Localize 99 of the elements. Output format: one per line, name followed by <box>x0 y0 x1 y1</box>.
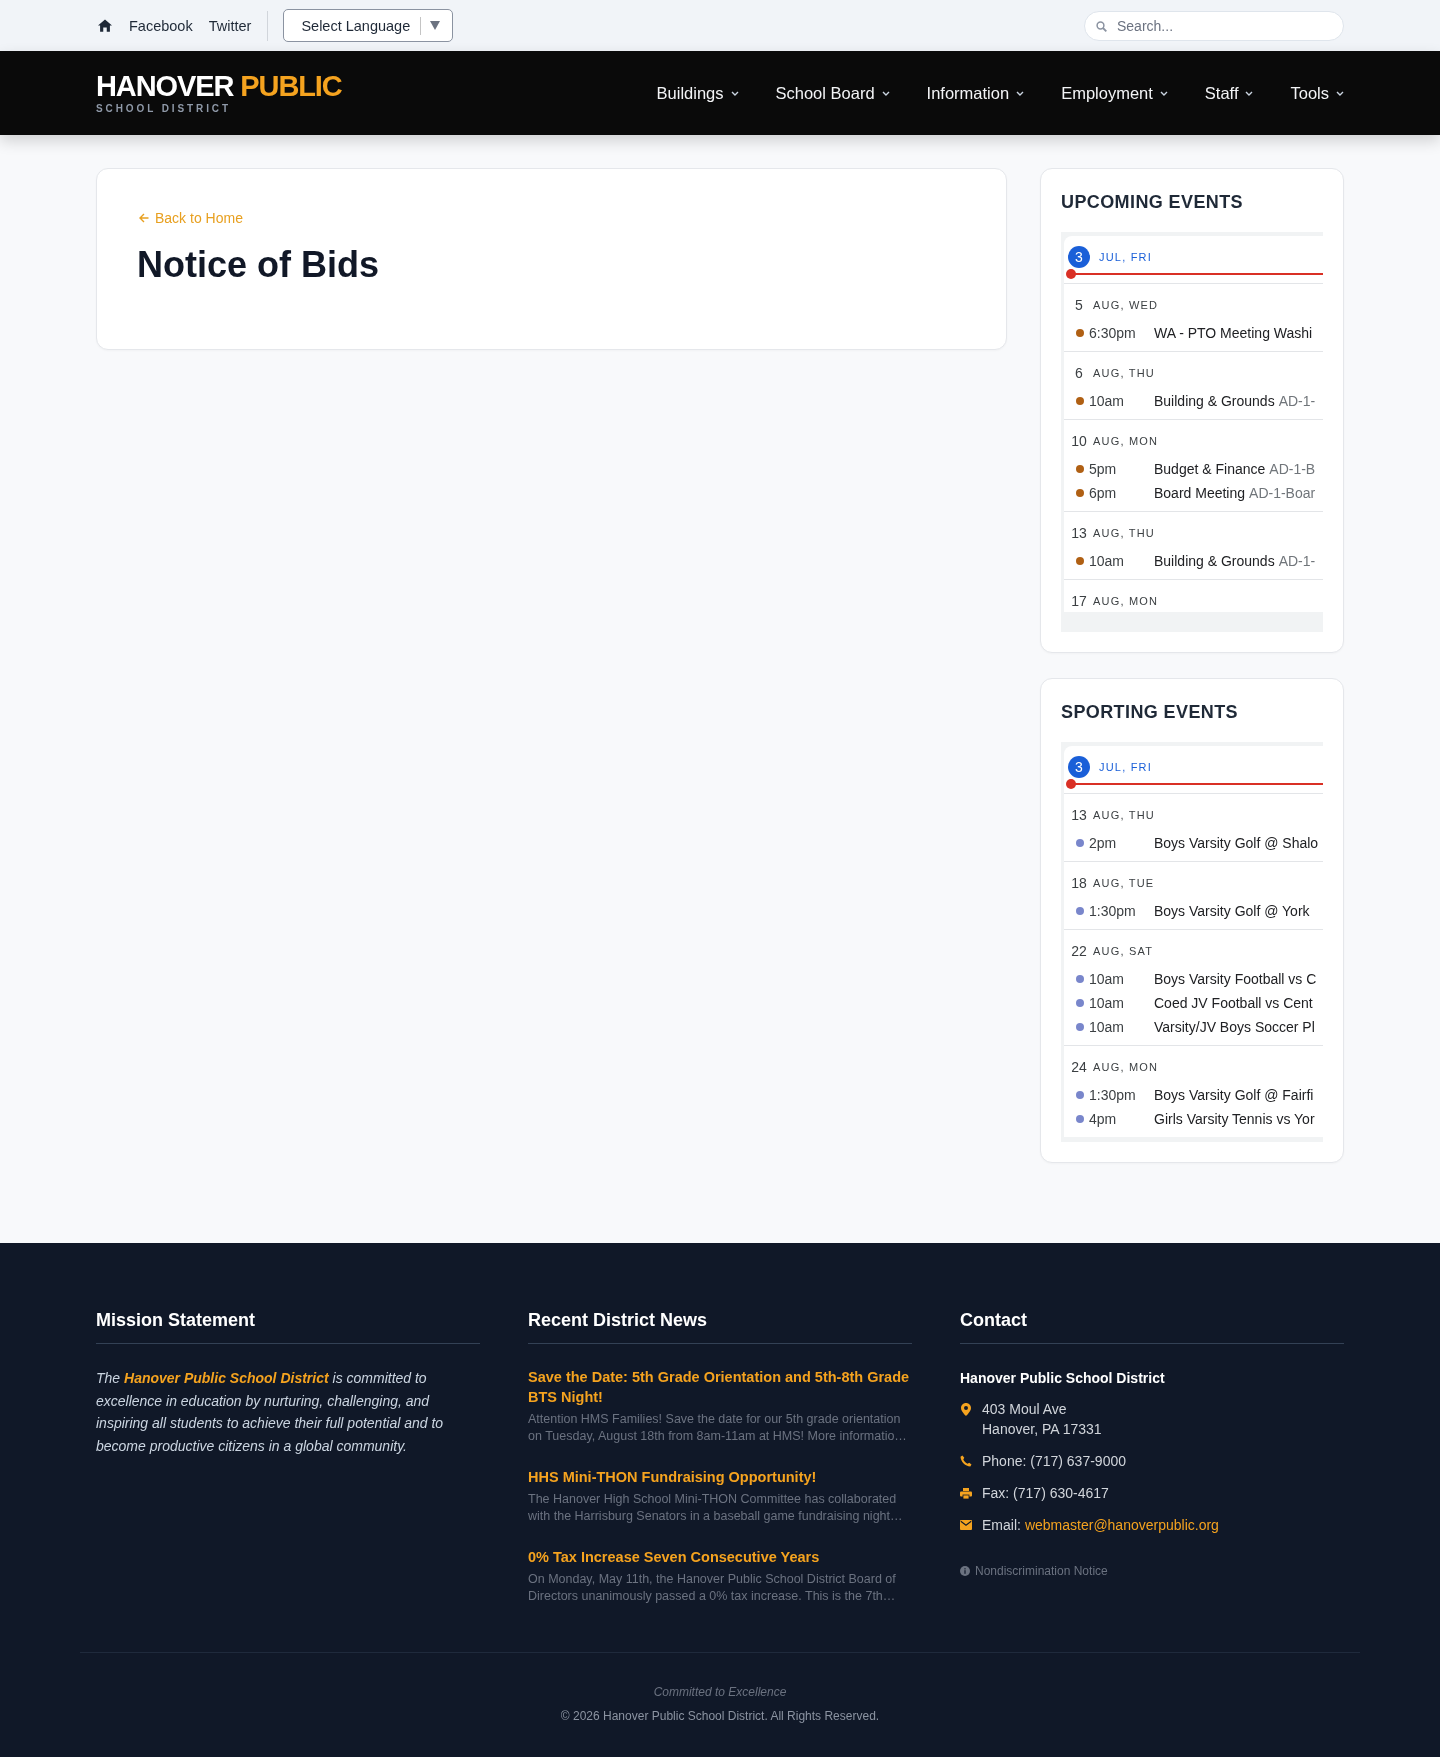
day-label: AUG, MON <box>1093 435 1159 447</box>
logo-subtitle: SCHOOL DISTRICT <box>96 103 231 115</box>
news-title-link[interactable]: Save the Date: 5th Grade Orientation and 5th-8th Grade BTS Night! <box>528 1367 912 1407</box>
event-time: 10am <box>1089 553 1126 569</box>
day-number: 13 <box>1070 524 1088 543</box>
section-heading: Recent District News <box>528 1309 708 1332</box>
day-label: AUG, SAT <box>1093 945 1154 957</box>
day-label: AUG, THU <box>1093 527 1155 539</box>
event-time: 1:30pm <box>1089 903 1137 919</box>
day-label: AUG, THU <box>1093 809 1155 821</box>
day-number: 13 <box>1070 806 1088 825</box>
caret-icon <box>430 21 441 30</box>
event-title[interactable]: Varsity/JV Boys Soccer Pl <box>1154 1019 1315 1035</box>
search-field[interactable]: Search... <box>1084 10 1344 41</box>
logo-wordmark[interactable]: HANOVER PUBLIC <box>96 71 342 101</box>
event-time: 6:30pm <box>1089 325 1137 341</box>
phone-text: Phone: (717) 637-9000 <box>982 1452 1126 1471</box>
event-time: 10am <box>1089 393 1126 409</box>
day-label: AUG, MON <box>1093 1061 1159 1073</box>
event-time: 6pm <box>1089 485 1118 501</box>
day-label: JUL, FRI <box>1099 251 1152 263</box>
event-time: 1:30pm <box>1089 1087 1137 1103</box>
nav-link[interactable]: School Board <box>775 83 890 103</box>
event-title[interactable]: Budget & Finance <box>1154 461 1266 477</box>
news-excerpt: The Hanover High School Mini-THON Committee has collaborated with the Harrisburg Senators in a baseball game fundraising night… <box>528 1491 904 1524</box>
event-location: AD-1-Boar <box>1249 485 1316 501</box>
day-label: AUG, THU <box>1093 367 1155 379</box>
event-title[interactable]: Building & Grounds <box>1154 553 1275 569</box>
event-time: 4pm <box>1089 1111 1118 1127</box>
event-title[interactable]: WA - PTO Meeting Washi <box>1154 325 1313 341</box>
tagline: Committed to Excellence <box>653 1684 787 1701</box>
event-title[interactable]: Coed JV Football vs Cent <box>1154 995 1313 1011</box>
news-title-link[interactable]: 0% Tax Increase Seven Consecutive Years <box>528 1547 912 1567</box>
event-time: 10am <box>1089 995 1126 1011</box>
chevron-down-icon <box>730 90 739 96</box>
day-label: JUL, FRI <box>1099 761 1152 773</box>
email-label: Email: <box>982 1516 1021 1535</box>
nav-link[interactable]: Tools <box>1290 83 1344 103</box>
day-number: 10 <box>1070 432 1088 451</box>
info-icon <box>960 1566 970 1576</box>
chevron-down-icon <box>1336 90 1344 96</box>
day-number: 18 <box>1070 874 1088 893</box>
chevron-down-icon <box>1159 90 1168 96</box>
home-icon[interactable] <box>98 19 112 32</box>
event-title[interactable]: Boys Varsity Football vs C <box>1154 971 1317 987</box>
event-title[interactable]: Boys Varsity Golf @ Fairfi <box>1154 1087 1314 1103</box>
day-number: 22 <box>1070 942 1088 961</box>
event-time: 5pm <box>1089 461 1118 477</box>
language-select[interactable]: Select Language <box>283 9 454 42</box>
nav-link[interactable]: Employment <box>1061 83 1168 103</box>
day-number: 17 <box>1070 592 1088 611</box>
event-title[interactable]: Board Meeting <box>1154 485 1246 501</box>
event-title[interactable]: Building & Grounds <box>1154 393 1275 409</box>
chevron-down-icon <box>881 90 890 96</box>
section-heading: Contact <box>960 1309 1027 1332</box>
day-number: 6 <box>1074 364 1084 383</box>
phone-icon <box>960 1455 972 1467</box>
map-pin-icon <box>961 1403 971 1416</box>
copyright-text: © 2026 Hanover Public School District. All Rights Reserved. <box>560 1708 880 1725</box>
mission-text: The Hanover Public School District is committed to excellence in education by nurturing, challenging, and inspiring all students to achieve their full potential and to become productive citizens in a global community. <box>96 1369 445 1457</box>
nav-link[interactable]: Staff <box>1204 83 1254 103</box>
event-location: AD-1- <box>1278 393 1316 409</box>
nav-link[interactable]: Buildings <box>656 83 739 103</box>
email-link[interactable]: webmaster@hanoverpublic.org <box>1024 1515 1219 1535</box>
event-title[interactable]: Boys Varsity Golf @ York <box>1154 903 1310 919</box>
envelope-icon <box>960 1520 972 1530</box>
notice-link[interactable]: Nondiscrimination Notice <box>975 1563 1108 1579</box>
card-title: UPCOMING EVENTS <box>1061 191 1244 214</box>
page-title: Notice of Bids <box>137 243 379 287</box>
address-text: 403 Moul Ave Hanover, PA 17331 <box>982 1400 1102 1439</box>
social-link[interactable]: Facebook <box>129 16 193 35</box>
section-heading: Mission Statement <box>96 1309 256 1332</box>
chevron-down-icon <box>1245 90 1254 96</box>
day-label: AUG, TUE <box>1093 877 1155 889</box>
event-time: 2pm <box>1089 835 1118 851</box>
chevron-down-icon <box>1016 90 1025 96</box>
nav-link[interactable]: Information <box>926 83 1025 103</box>
today-date: 3 <box>1068 246 1090 268</box>
arrow-left-icon <box>139 213 149 223</box>
search-icon <box>1096 20 1107 32</box>
fax-text: Fax: (717) 630-4617 <box>982 1484 1109 1503</box>
event-location: AD-1- <box>1278 553 1316 569</box>
card-title: SPORTING EVENTS <box>1061 701 1239 724</box>
news-excerpt: Attention HMS Families! Save the date for our 5th grade orientation on Tuesday, August 18th from 8am-11am at HMS! More informatio… <box>528 1411 908 1444</box>
day-number: 5 <box>1074 296 1084 315</box>
day-label: AUG, WED <box>1093 299 1159 311</box>
news-excerpt: On Monday, May 11th, the Hanover Public School District Board of Directors unanimously passed a 0% tax increase. This is the 7th… <box>528 1571 897 1604</box>
day-number: 24 <box>1070 1058 1088 1077</box>
news-title-link[interactable]: HHS Mini-THON Fundraising Opportunity! <box>528 1467 912 1487</box>
organization-name: Hanover Public School District <box>960 1369 1165 1388</box>
day-label: AUG, MON <box>1093 595 1159 607</box>
event-title[interactable]: Girls Varsity Tennis vs Yor <box>1154 1111 1315 1127</box>
event-location: AD-1-B <box>1269 461 1316 477</box>
event-time: 10am <box>1089 1019 1126 1035</box>
printer-icon <box>960 1487 972 1499</box>
event-time: 10am <box>1089 971 1126 987</box>
today-date: 3 <box>1068 756 1090 778</box>
event-title[interactable]: Boys Varsity Golf @ Shalo <box>1154 835 1319 851</box>
social-link[interactable]: Twitter <box>208 16 252 35</box>
